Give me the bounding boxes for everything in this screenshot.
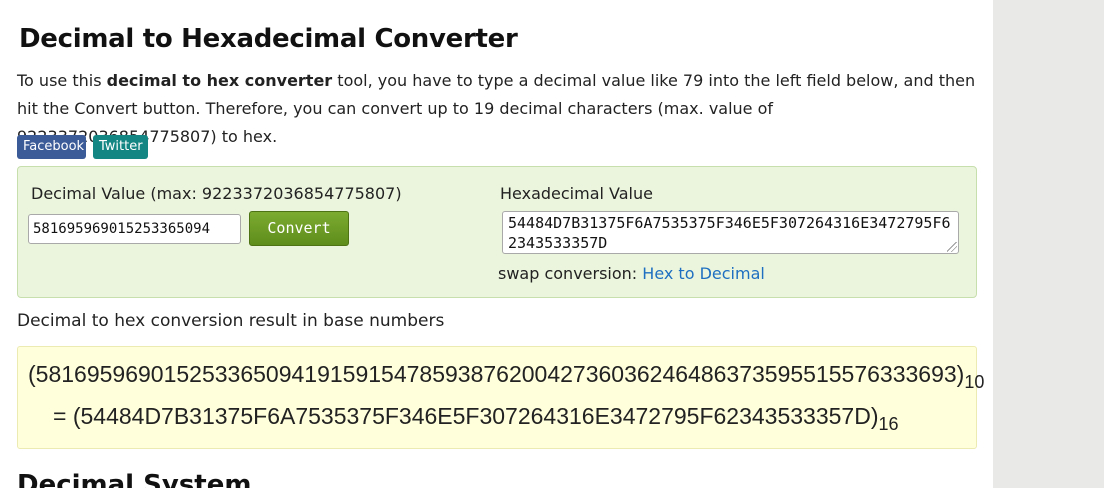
- decimal-input[interactable]: 581695969015253365094: [28, 214, 241, 244]
- decimal-base: 10: [964, 372, 985, 392]
- hex-result: = (54484D7B31375F6A7535375F346E5F3072643…: [53, 403, 899, 435]
- swap-conversion-label: swap conversion:: [498, 264, 643, 283]
- swap-conversion: swap conversion: Hex to Decimal: [498, 264, 765, 283]
- decimal-result: (581695969015253365094191591547859387620…: [28, 361, 984, 393]
- converter-panel: Decimal Value (max: 9223372036854775807)…: [17, 166, 977, 298]
- facebook-share-button[interactable]: Facebook: [17, 135, 86, 159]
- hex-result-value: = (54484D7B31375F6A7535375F346E5F3072643…: [53, 403, 879, 429]
- result-title: Decimal to hex conversion result in base…: [17, 311, 445, 331]
- intro-text: To use this decimal to hex converter too…: [17, 67, 977, 151]
- page-title: Decimal to Hexadecimal Converter: [19, 24, 518, 54]
- resize-handle-icon[interactable]: [947, 242, 957, 252]
- decimal-result-value: (581695969015253365094191591547859387620…: [28, 361, 965, 387]
- decimal-value-label: Decimal Value (max: 9223372036854775807): [31, 184, 402, 203]
- decimal-system-heading: Decimal System: [17, 470, 252, 488]
- hex-base: 16: [878, 414, 899, 434]
- page: Decimal to Hexadecimal Converter To use …: [0, 0, 993, 488]
- hexadecimal-output-text: 54484D7B31375F6A7535375F346E5F307264316E…: [508, 214, 951, 252]
- intro-text-start: To use this: [17, 71, 107, 90]
- hexadecimal-output[interactable]: 54484D7B31375F6A7535375F346E5F307264316E…: [502, 211, 959, 254]
- hexadecimal-value-label: Hexadecimal Value: [500, 184, 653, 203]
- convert-button[interactable]: Convert: [249, 211, 349, 246]
- hex-to-decimal-link[interactable]: Hex to Decimal: [642, 264, 765, 283]
- intro-text-bold: decimal to hex converter: [106, 71, 333, 90]
- result-box: (581695969015253365094191591547859387620…: [17, 346, 984, 449]
- twitter-share-button[interactable]: Twitter: [93, 135, 148, 159]
